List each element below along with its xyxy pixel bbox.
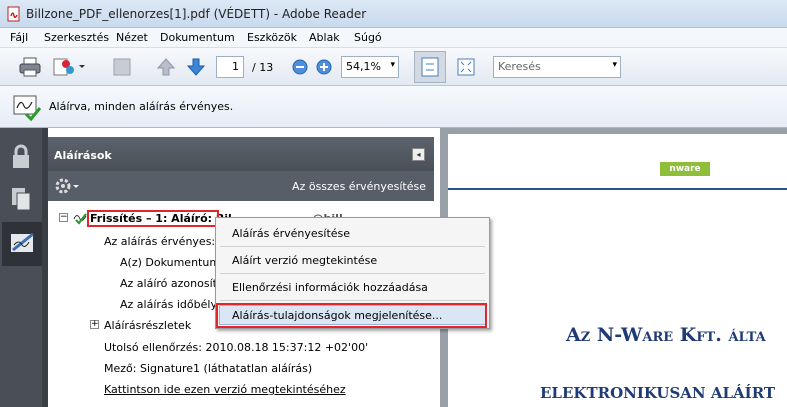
menu-view[interactable]: Nézet: [116, 31, 148, 44]
signature-status-text: Aláírva, minden aláírás érvényes.: [49, 100, 234, 113]
gear-icon: [55, 178, 79, 194]
hand-tool-button[interactable]: [108, 53, 136, 81]
tree-item-valid[interactable]: Az aláírás érvényes:: [104, 235, 215, 248]
tree-item-signer-id[interactable]: Az aláíró azonosító: [120, 277, 224, 290]
print-button[interactable]: [16, 53, 44, 81]
nware-logo: nware: [660, 162, 710, 176]
full-screen-icon: [457, 58, 475, 76]
tree-item-last-check: Utolsó ellenőrzés: 2010.08.18 15:37:12 +…: [104, 341, 369, 354]
pages-button[interactable]: [8, 186, 34, 212]
menu-separator: [220, 273, 485, 274]
search-placeholder: Keresés: [498, 60, 541, 73]
tree-collapse-toggle[interactable]: −: [59, 213, 68, 222]
fit-page-button[interactable]: [414, 51, 446, 83]
tree-item-document[interactable]: A(z) Dokumentum: [120, 256, 220, 269]
chevron-down-icon: ▾: [612, 60, 617, 70]
document-page: nware Az N-Ware Kft. álta ELEKTRONIKUSAN…: [448, 134, 787, 407]
zoom-value: 54,1%: [346, 60, 381, 73]
tree-item-field: Mező: Signature1 (láthatatlan aláírás): [104, 362, 313, 375]
header-rule: [448, 188, 787, 190]
collaborate-button[interactable]: [50, 53, 88, 81]
arrow-down-icon: [186, 58, 206, 76]
tree-item-details[interactable]: Aláírásrészletek: [104, 319, 191, 332]
page-number-input[interactable]: 1: [216, 56, 244, 78]
validate-all-button[interactable]: Az összes érvényesítése: [292, 180, 426, 193]
panel-header: Aláírások ◂: [48, 137, 434, 171]
view-version-link[interactable]: Kattintson ide ezen verzió megtekintéséh…: [104, 383, 346, 396]
chevron-down-icon: ▾: [390, 60, 395, 70]
window-title: Billzone_PDF_ellenorzes[1].pdf (VÉDETT) …: [26, 7, 367, 21]
panel-toolbar: Az összes érvényesítése: [48, 171, 434, 201]
zoom-out-button[interactable]: [290, 53, 310, 81]
pdf-file-icon: [7, 6, 20, 22]
document-heading: Az N-Ware Kft. álta: [566, 324, 766, 346]
navigation-sidebar: [0, 128, 42, 407]
printer-icon: [19, 57, 41, 77]
menu-separator: [220, 246, 485, 247]
zoom-out-icon: [292, 59, 308, 75]
pages-icon: [12, 188, 31, 211]
menu-document[interactable]: Dokumentum: [160, 31, 235, 44]
signature-valid-icon: [73, 213, 87, 225]
collapse-panel-button[interactable]: ◂: [412, 148, 425, 161]
tree-item-timestamp[interactable]: Az aláírás időbélye: [120, 298, 224, 311]
zoom-in-button[interactable]: [314, 53, 334, 81]
menu-bar: Fájl Szerkesztés Nézet Dokumentum Eszköz…: [0, 28, 787, 48]
document-subheading: ELEKTRONIKUSAN ALÁÍRT: [540, 384, 776, 402]
signature-status-bar: Aláírva, minden aláírás érvényes.: [0, 86, 787, 128]
security-button[interactable]: [8, 144, 34, 170]
highlight-box: [87, 210, 219, 227]
menu-edit[interactable]: Szerkesztés: [44, 31, 109, 44]
search-input[interactable]: Keresés ▾: [493, 56, 621, 78]
page-total: / 13: [252, 61, 274, 74]
menu-add-verification-info[interactable]: Ellenőrzési információk hozzáadása: [232, 281, 428, 294]
share-icon: [53, 58, 85, 76]
full-screen-button[interactable]: [452, 53, 480, 81]
menu-view-signed-version[interactable]: Aláírt verzió megtekintése: [232, 254, 377, 267]
title-bar: Billzone_PDF_ellenorzes[1].pdf (VÉDETT) …: [0, 0, 787, 28]
toolbar: 1 / 13 54,1% ▾ Keresés ▾: [0, 48, 787, 86]
menu-window[interactable]: Ablak: [309, 31, 340, 44]
menu-validate-signature[interactable]: Aláírás érvényesítése: [232, 227, 350, 240]
highlight-box: [216, 303, 487, 328]
zoom-in-icon: [316, 59, 332, 75]
signature-pen-icon: [11, 232, 34, 252]
next-page-button[interactable]: [182, 53, 210, 81]
signed-document-icon: [13, 95, 42, 122]
panel-title: Aláírások: [54, 149, 112, 162]
menu-file[interactable]: Fájl: [10, 31, 28, 44]
lock-icon: [13, 144, 29, 168]
previous-page-button[interactable]: [152, 53, 180, 81]
signatures-button[interactable]: [2, 222, 42, 266]
menu-separator: [220, 300, 485, 301]
menu-tools[interactable]: Eszközök: [247, 31, 297, 44]
menu-help[interactable]: Súgó: [354, 31, 382, 44]
hand-icon: [113, 58, 131, 76]
tree-expand-toggle[interactable]: +: [90, 320, 99, 329]
zoom-select[interactable]: 54,1% ▾: [341, 56, 399, 78]
options-button[interactable]: [54, 177, 80, 195]
arrow-up-icon: [156, 58, 176, 76]
fit-page-icon: [421, 57, 439, 77]
